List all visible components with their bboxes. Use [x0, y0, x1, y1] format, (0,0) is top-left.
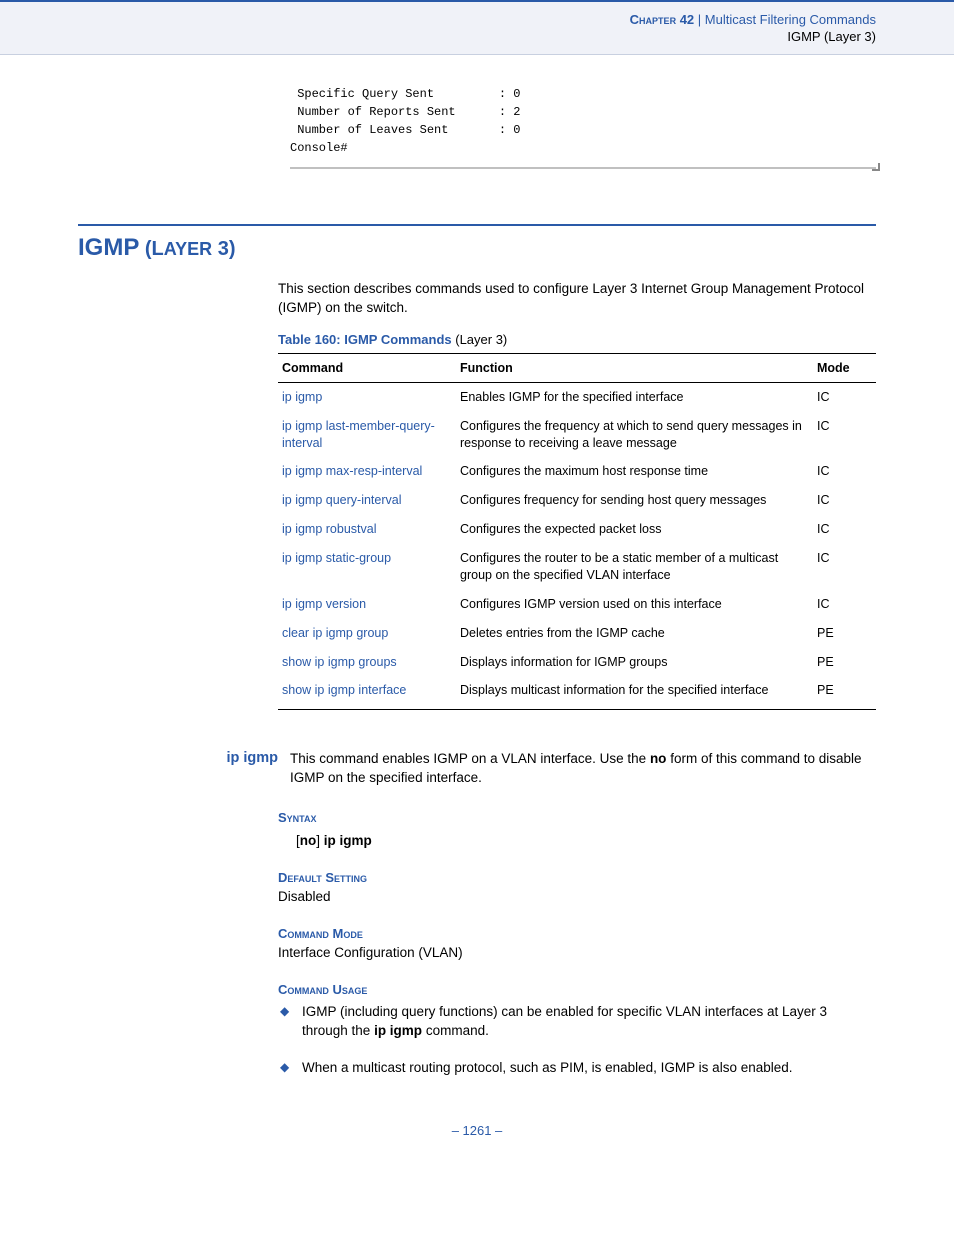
function-cell: Enables IGMP for the specified interface	[456, 382, 813, 411]
function-cell: Displays information for IGMP groups	[456, 648, 813, 677]
th-mode: Mode	[813, 353, 876, 382]
function-cell: Configures the router to be a static mem…	[456, 544, 813, 590]
table-row: ip igmp last-member-query-interval Config…	[278, 412, 876, 458]
command-link[interactable]: show ip igmp groups	[282, 655, 397, 669]
default-setting-heading: Default Setting	[278, 870, 876, 885]
function-cell: Configures the frequency at which to sen…	[456, 412, 813, 458]
igmp-commands-table: Command Function Mode ip igmp Enables IGM…	[278, 353, 876, 711]
table-row: clear ip igmp group Deletes entries from …	[278, 619, 876, 648]
header-title: Multicast Filtering Commands	[705, 12, 876, 27]
mode-cell: PE	[813, 676, 876, 709]
mode-cell: IC	[813, 382, 876, 411]
table-row: ip igmp query-interval Configures frequen…	[278, 486, 876, 515]
page-header: Chapter 42 | Multicast Filtering Command…	[0, 0, 954, 55]
table-caption: Table 160: IGMP Commands (Layer 3)	[278, 332, 876, 347]
table-row: show ip igmp groups Displays information …	[278, 648, 876, 677]
function-cell: Configures the expected packet loss	[456, 515, 813, 544]
mode-cell: IC	[813, 486, 876, 515]
command-link[interactable]: show ip igmp interface	[282, 683, 406, 697]
table-row: ip igmp robustval Configures the expected…	[278, 515, 876, 544]
header-separator: |	[698, 12, 705, 27]
command-usage-heading: Command Usage	[278, 982, 876, 997]
command-link[interactable]: ip igmp query-interval	[282, 493, 402, 507]
function-cell: Displays multicast information for the s…	[456, 676, 813, 709]
command-link[interactable]: ip igmp static-group	[282, 551, 391, 565]
syntax-line: [no] ip igmp	[296, 833, 876, 848]
command-link[interactable]: ip igmp robustval	[282, 522, 377, 536]
command-link[interactable]: ip igmp	[282, 390, 322, 404]
command-mode-value: Interface Configuration (VLAN)	[278, 945, 876, 960]
chapter-number: 42	[680, 12, 694, 27]
command-mode-heading: Command Mode	[278, 926, 876, 941]
usage-item: When a multicast routing protocol, such …	[278, 1059, 876, 1078]
command-link[interactable]: clear ip igmp group	[282, 626, 388, 640]
mode-cell: PE	[813, 619, 876, 648]
th-command: Command	[278, 353, 456, 382]
function-cell: Deletes entries from the IGMP cache	[456, 619, 813, 648]
mode-cell: IC	[813, 412, 876, 458]
page-number: – 1261 –	[0, 1123, 954, 1168]
mode-cell: IC	[813, 515, 876, 544]
command-link[interactable]: ip igmp version	[282, 597, 366, 611]
console-output: Specific Query Sent : 0 Number of Report…	[290, 85, 876, 169]
th-function: Function	[456, 353, 813, 382]
function-cell: Configures the maximum host response tim…	[456, 457, 813, 486]
function-cell: Configures IGMP version used on this int…	[456, 590, 813, 619]
usage-list: IGMP (including query functions) can be …	[278, 1003, 876, 1078]
syntax-heading: Syntax	[278, 810, 876, 825]
section-intro: This section describes commands used to …	[278, 280, 876, 318]
command-link[interactable]: ip igmp max-resp-interval	[282, 464, 422, 478]
table-row: ip igmp version Configures IGMP version u…	[278, 590, 876, 619]
chapter-label: Chapter	[630, 12, 676, 27]
mode-cell: PE	[813, 648, 876, 677]
usage-item: IGMP (including query functions) can be …	[278, 1003, 876, 1041]
header-subtitle: IGMP (Layer 3)	[0, 29, 876, 44]
table-row: show ip igmp interface Displays multicast…	[278, 676, 876, 709]
command-description: This command enables IGMP on a VLAN inte…	[290, 750, 876, 788]
mode-cell: IC	[813, 544, 876, 590]
table-row: ip igmp max-resp-interval Configures the …	[278, 457, 876, 486]
section-divider	[78, 224, 876, 226]
section-title: IGMP (LAYER 3)	[78, 234, 876, 262]
mode-cell: IC	[813, 457, 876, 486]
table-row: ip igmp static-group Configures the route…	[278, 544, 876, 590]
function-cell: Configures frequency for sending host qu…	[456, 486, 813, 515]
table-row: ip igmp Enables IGMP for the specified in…	[278, 382, 876, 411]
command-name: ip igmp	[78, 750, 290, 766]
command-link[interactable]: ip igmp last-member-query-interval	[282, 419, 435, 450]
mode-cell: IC	[813, 590, 876, 619]
default-setting-value: Disabled	[278, 889, 876, 904]
